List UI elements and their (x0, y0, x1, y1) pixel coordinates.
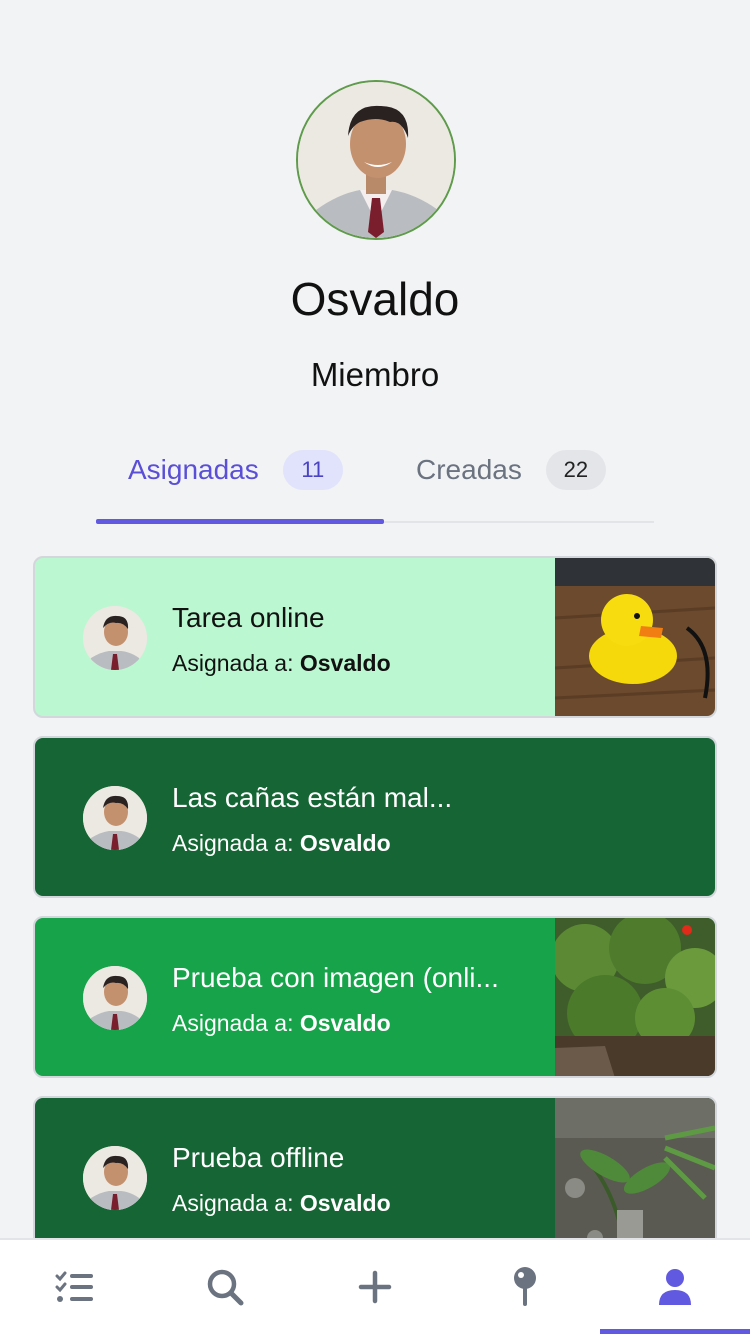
tab-asignadas[interactable]: Asignadas 11 (128, 448, 343, 492)
tab-label: Creadas (416, 454, 522, 485)
profile-role: Miembro (310, 356, 440, 393)
add-icon (358, 1270, 392, 1304)
assignee-avatar (83, 966, 147, 1030)
assigned-prefix: Asignada a: (172, 1190, 294, 1216)
active-nav-indicator (600, 1329, 750, 1334)
task-card[interactable]: Prueba con imagen (onli... Asignada a: O… (33, 916, 717, 1078)
assignee-avatar (83, 1146, 147, 1210)
active-tab-indicator (96, 519, 384, 524)
task-tabs: Asignadas 11 Creadas 22 (96, 440, 654, 524)
nav-search[interactable] (150, 1240, 300, 1334)
task-card[interactable]: Las cañas están mal... Asignada a: Osval… (33, 736, 717, 898)
map-pin-icon (514, 1267, 536, 1306)
plants-photo (555, 1098, 715, 1256)
nav-tasks[interactable] (0, 1240, 150, 1334)
rubber-duck-photo (555, 558, 715, 716)
task-title: Las cañas están mal... (172, 782, 453, 813)
tab-creadas[interactable]: Creadas 22 (416, 448, 606, 492)
bottom-navigation (0, 1238, 750, 1334)
assignee-name: Osvaldo (299, 650, 391, 676)
tasks-list-icon (55, 1271, 93, 1302)
task-title: Prueba con imagen (onli... (172, 962, 499, 993)
assigned-prefix: Asignada a: (172, 650, 294, 676)
tab-count-badge: 11 (282, 450, 343, 490)
task-card[interactable]: Tarea online Asignada a: Osvaldo (33, 556, 717, 718)
avatar (296, 80, 456, 240)
assignee-avatar (83, 606, 147, 670)
task-title: Tarea online (172, 602, 325, 633)
nav-map[interactable] (450, 1240, 600, 1334)
assigned-prefix: Asignada a: (172, 830, 294, 856)
task-assignee: Asignada a: Osvaldo (172, 1010, 391, 1037)
assignee-avatar (83, 786, 147, 850)
task-assignee: Asignada a: Osvaldo (172, 650, 391, 677)
task-card[interactable]: Prueba offline Asignada a: Osvaldo (33, 1096, 717, 1258)
assignee-name: Osvaldo (299, 1010, 391, 1036)
profile-icon (659, 1269, 691, 1305)
assignee-name: Osvaldo (299, 1190, 391, 1216)
profile-name: Osvaldo (290, 273, 460, 325)
task-title: Prueba offline (172, 1142, 345, 1173)
assigned-prefix: Asignada a: (172, 1010, 294, 1036)
task-assignee: Asignada a: Osvaldo (172, 830, 391, 857)
nav-profile[interactable] (600, 1240, 750, 1334)
task-assignee: Asignada a: Osvaldo (172, 1190, 391, 1217)
bushes-photo (555, 918, 715, 1076)
nav-add[interactable] (300, 1240, 450, 1334)
search-icon (207, 1269, 244, 1306)
assignee-name: Osvaldo (299, 830, 391, 856)
tab-count-badge: 22 (545, 450, 606, 490)
tab-label: Asignadas (128, 454, 259, 485)
